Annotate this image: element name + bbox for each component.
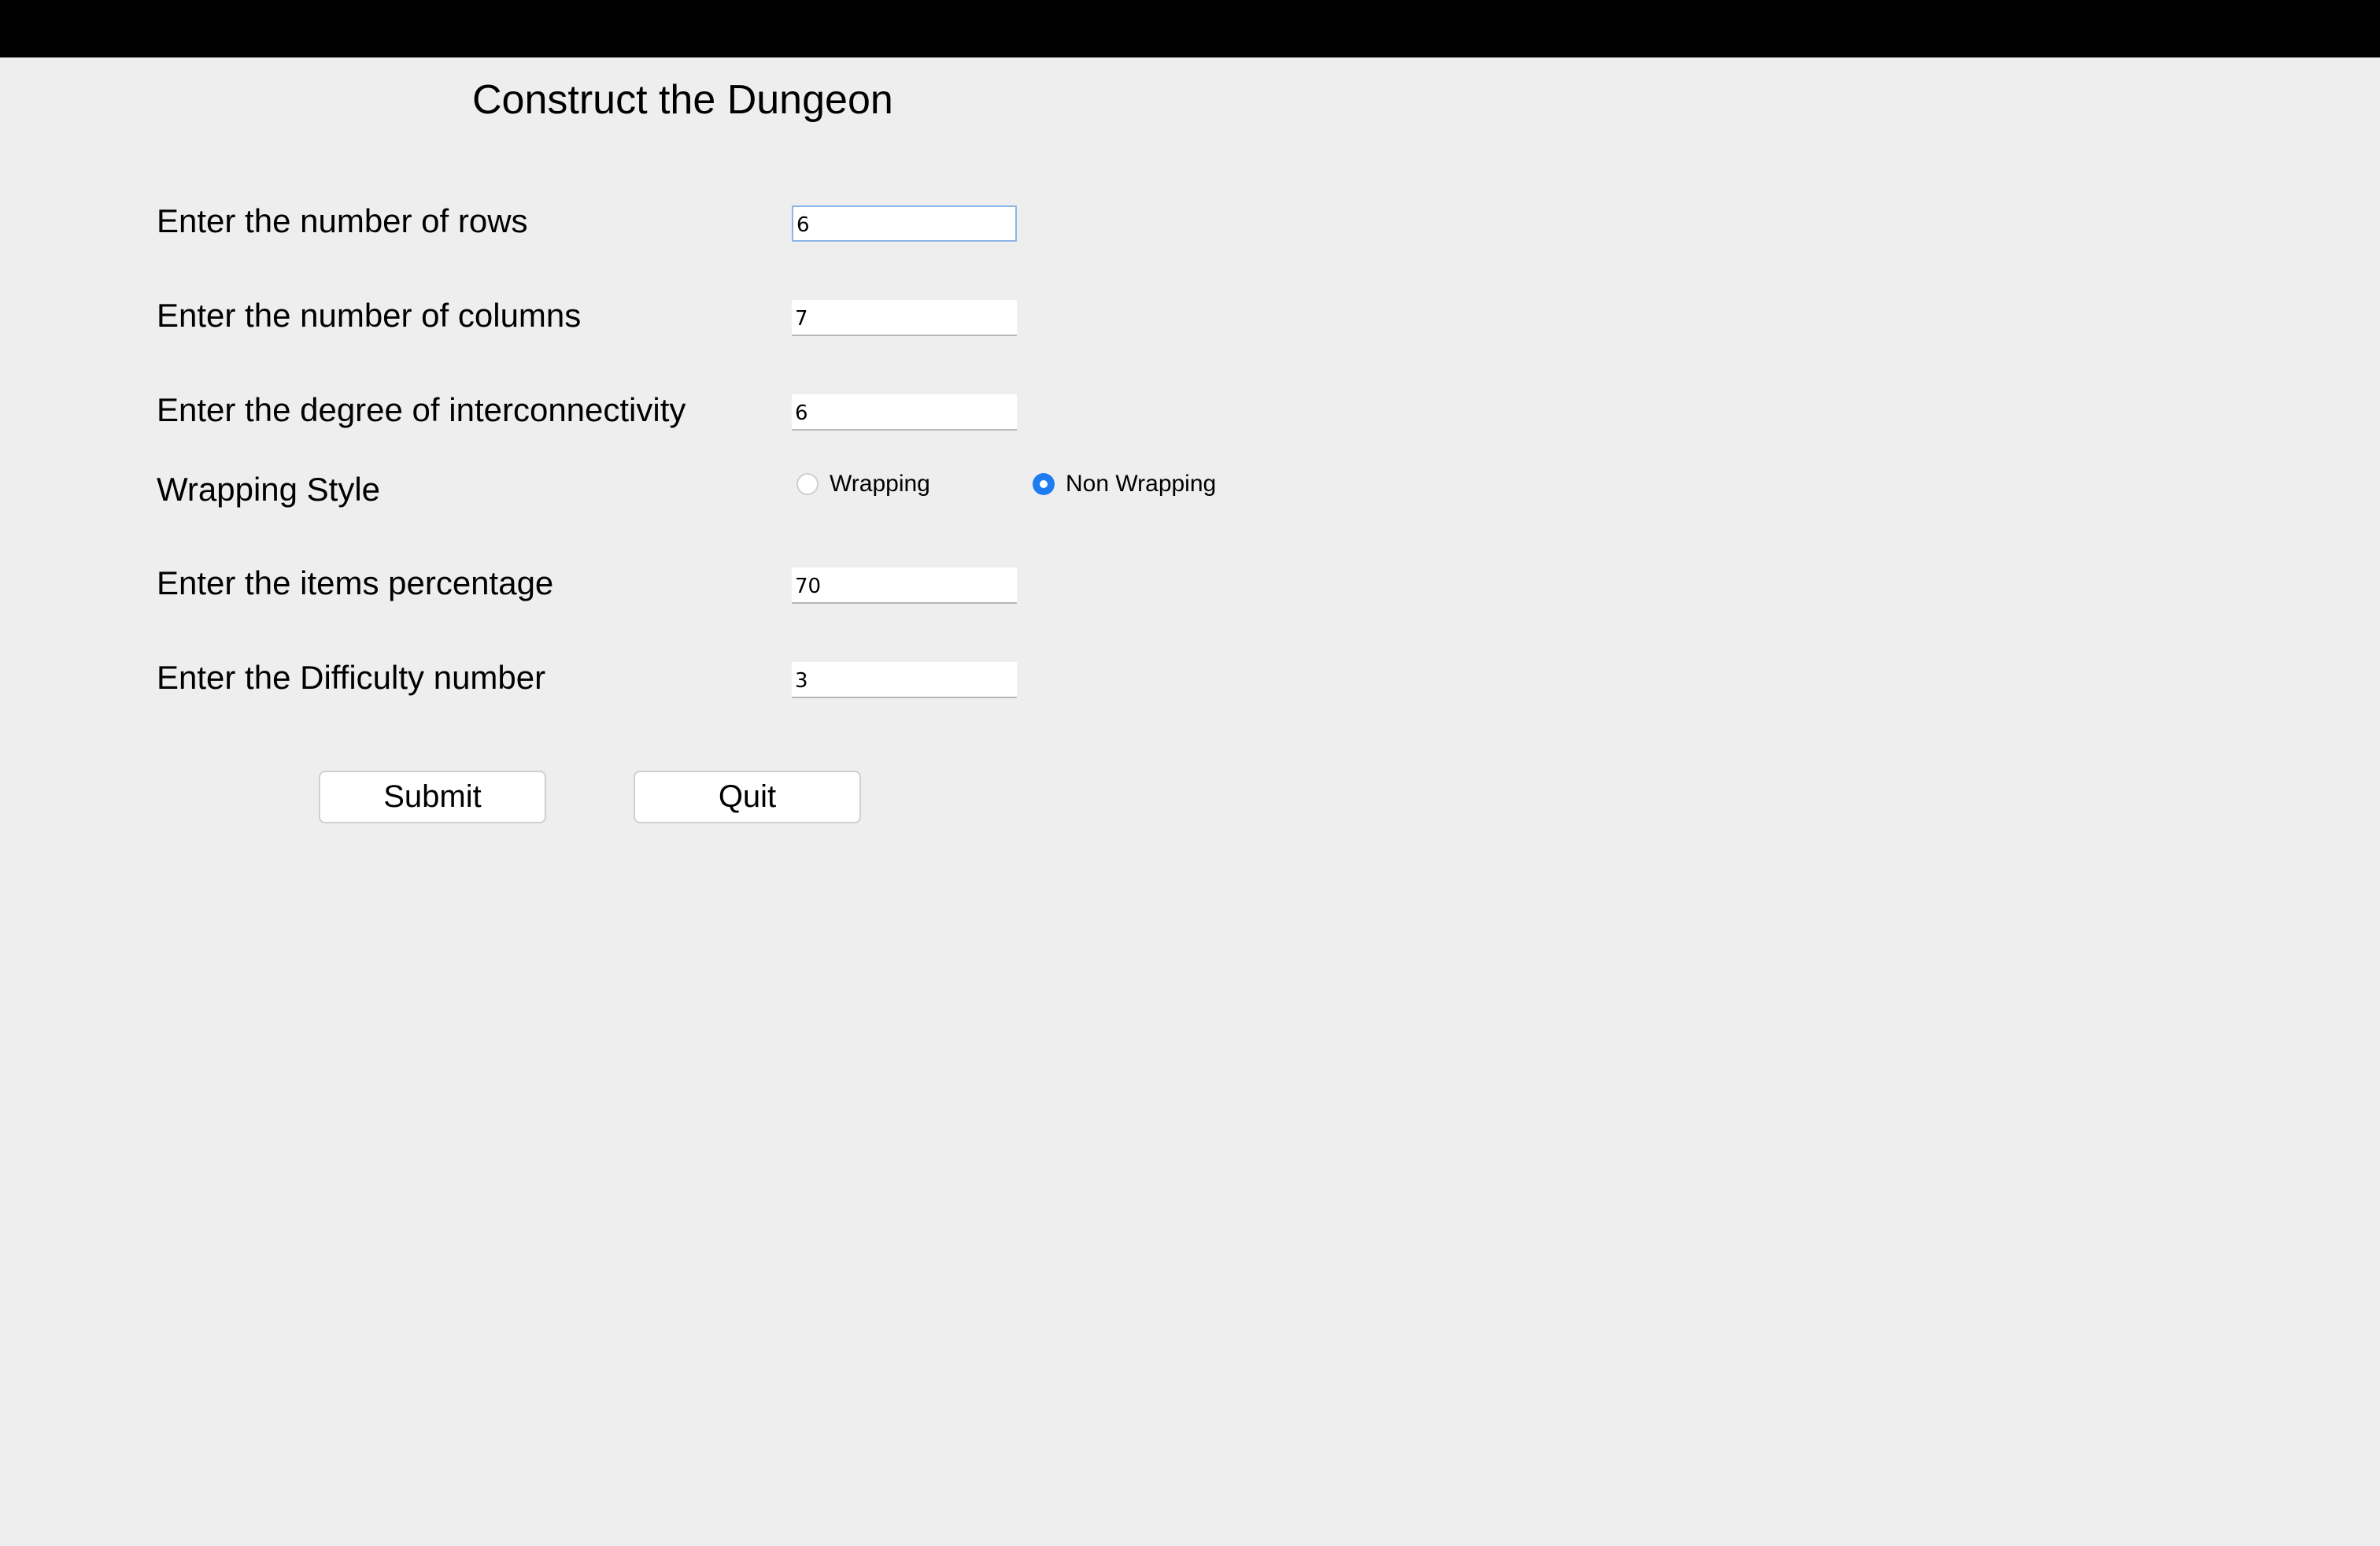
wrapping-radio-label: Wrapping [830,471,930,497]
rows-label: Enter the number of rows [157,202,528,239]
non-wrapping-radio-circle[interactable] [1033,473,1055,495]
quit-button[interactable]: Quit [634,771,861,823]
interconnectivity-input[interactable] [792,394,1017,431]
wrapping-style-label: Wrapping Style [157,471,381,508]
difficulty-input[interactable] [792,662,1017,698]
submit-button[interactable]: Submit [319,771,546,823]
columns-input[interactable] [792,300,1017,336]
items-percentage-label: Enter the items percentage [157,564,554,601]
top-bar [0,0,2380,57]
non-wrapping-radio-label: Non Wrapping [1066,471,1217,497]
wrapping-radio-circle[interactable] [796,473,819,495]
rows-input[interactable] [792,205,1017,242]
items-percentage-input[interactable] [792,568,1017,604]
page-title: Construct the Dungeon [472,77,893,123]
non-wrapping-radio[interactable]: Non Wrapping [1033,472,1216,497]
difficulty-label: Enter the Difficulty number [157,659,546,696]
interconnectivity-label: Enter the degree of interconnectivity [157,391,686,428]
wrapping-radio[interactable]: Wrapping [796,472,930,497]
columns-label: Enter the number of columns [157,297,582,334]
